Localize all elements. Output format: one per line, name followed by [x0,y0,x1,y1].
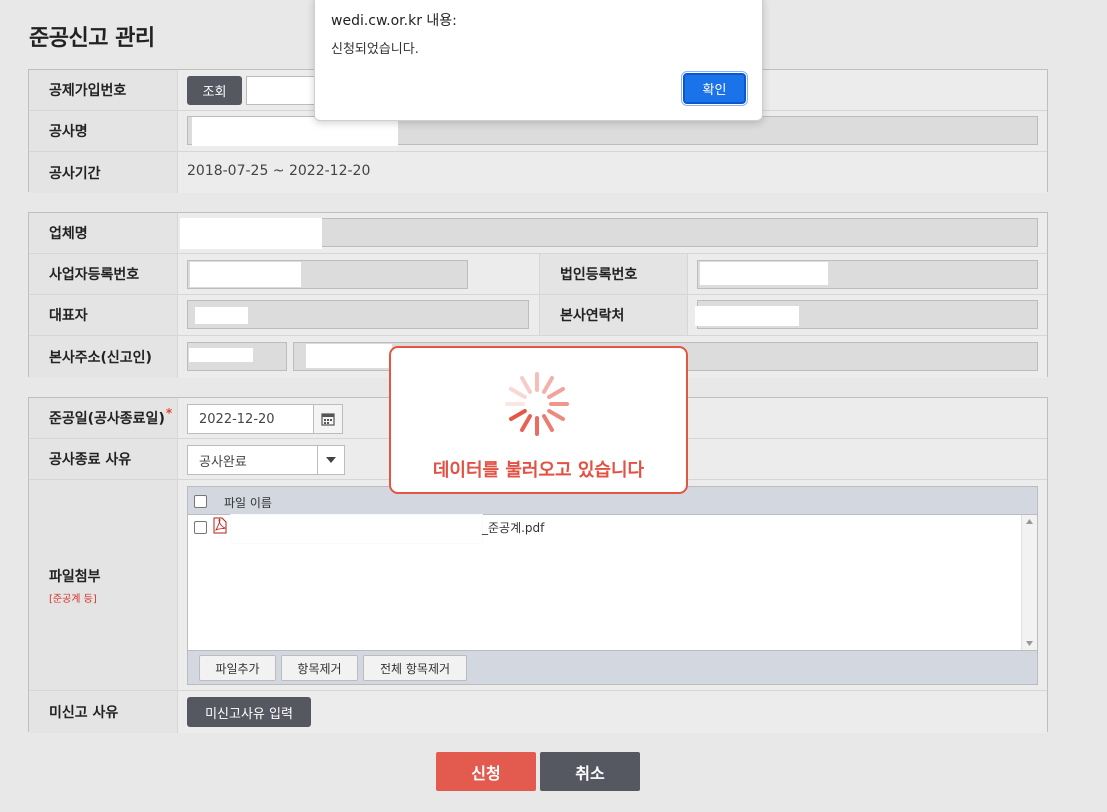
attachment-note: [준공계 등] [49,593,97,605]
loading-message: 데이터를 불러오고 있습니다 [432,460,645,481]
alert-dialog: wedi.cw.or.kr 내용: 신청되었습니다. 확인 [314,0,763,121]
file-name-text[interactable]: _준공계.pdf [482,519,544,536]
file-list-toolbar: 파일추가 항목제거 전체 항목제거 [188,650,1037,684]
completion-date-input[interactable]: 2022-12-20 [187,404,314,434]
spinner-spoke [520,414,532,432]
add-file-button[interactable]: 파일추가 [199,655,276,681]
redacted-zipcode [189,348,253,362]
select-all-checkbox[interactable] [194,495,207,508]
ceo-row: 대표자 본사연락처 [29,295,1047,336]
ceo-label: 대표자 [29,295,178,335]
completion-date-label: 준공일(공사종료일) * [29,398,178,438]
redacted-address [306,344,392,368]
completion-date-label-text: 준공일(공사종료일) [49,411,165,427]
spinner-icon [505,372,569,436]
file-name-column-header: 파일 이름 [224,496,272,510]
spinner-spoke [542,376,554,394]
company-label: 업체명 [29,213,178,253]
hq-phone-label: 본사연락처 [539,295,688,335]
attachment-label-cell: 파일첨부 [준공계 등] [29,480,178,690]
remove-item-button[interactable]: 항목제거 [281,655,358,681]
spinner-spoke [520,376,532,394]
spinner-spoke [542,414,554,432]
page-title: 준공신고 관리 [29,26,155,51]
redacted-ceo [195,307,248,324]
spinner-spoke [547,387,565,399]
calendar-button[interactable] [313,404,343,434]
submit-button[interactable]: 신청 [436,752,536,791]
lookup-button[interactable]: 조회 [187,76,242,105]
calendar-icon [321,413,335,426]
biz-reg-label: 사업자등록번호 [29,254,178,294]
corp-reg-label: 법인등록번호 [539,254,688,294]
alert-title: wedi.cw.or.kr 내용: [331,13,457,29]
file-list: 파일 이름 _준공계.pdf 파일추가 항목제거 전체 항목제거 [187,486,1038,685]
attachment-row: 파일첨부 [준공계 등] 파일 이름 _준공계.pdf 파일추가 항목제거 전체… [29,480,1047,691]
scroll-down-icon[interactable] [1026,641,1033,646]
required-mark: * [165,406,173,420]
unreported-row: 미신고 사유 미신고사유 입력 [29,691,1047,733]
spinner-spoke [509,409,527,421]
chevron-down-icon [317,446,344,474]
end-reason-label: 공사종료 사유 [29,439,178,479]
redacted-project-name [192,117,398,146]
reg-no-row: 사업자등록번호 법인등록번호 [29,254,1047,295]
cancel-button[interactable]: 취소 [540,752,640,791]
period-row: 공사기간 2018-07-25 ~ 2022-12-20 [29,152,1047,193]
unreported-label: 미신고 사유 [29,691,178,733]
alert-message: 신청되었습니다. [331,42,419,57]
spinner-spoke [509,387,527,399]
unreported-reason-button[interactable]: 미신고사유 입력 [187,697,311,727]
end-reason-value: 공사완료 [199,454,247,470]
scroll-up-icon[interactable] [1026,519,1033,524]
file-row-checkbox[interactable] [194,521,207,534]
redacted-corp-reg [700,262,828,285]
end-reason-select[interactable]: 공사완료 [187,445,345,475]
remove-all-button[interactable]: 전체 항목제거 [363,655,467,681]
redacted-biz-reg [190,262,301,287]
redacted-company [180,218,322,249]
hq-address-label: 본사주소(신고인) [29,336,178,378]
redacted-hq-phone [695,306,799,326]
file-list-scrollbar[interactable] [1021,515,1037,650]
period-label: 공사기간 [29,152,178,193]
loading-overlay: 데이터를 불러오고 있습니다 [389,346,688,494]
attachment-label: 파일첨부 [49,568,101,585]
alert-ok-button[interactable]: 확인 [681,71,748,106]
deduction-no-label: 공제가입번호 [29,70,178,110]
company-row: 업체명 [29,213,1047,254]
project-name-label: 공사명 [29,111,178,151]
spinner-spoke [547,409,565,421]
pdf-icon [213,517,227,534]
period-value: 2018-07-25 ~ 2022-12-20 [187,163,371,179]
redacted-file-name [231,515,482,543]
